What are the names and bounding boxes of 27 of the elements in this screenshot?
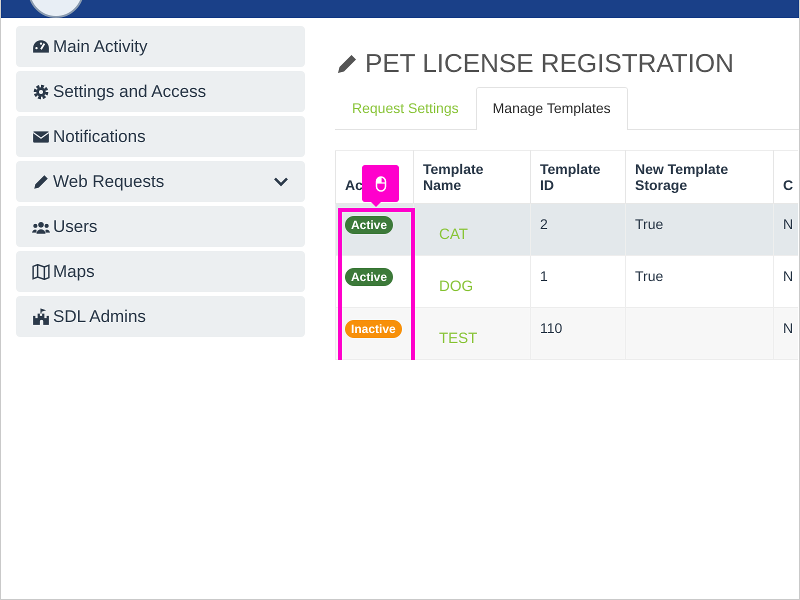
status-badge: Inactive [345,320,402,338]
sidebar-item[interactable]: SDL Admins [16,296,305,337]
map-icon [32,262,50,280]
mouse-icon [374,176,386,192]
sidebar-item[interactable]: Settings and Access [16,71,305,112]
sidebar-item[interactable]: Notifications [16,116,305,157]
status-badge: Active [345,216,394,234]
column-header: Ac [336,150,414,204]
sidebar-item[interactable]: Maps [16,251,305,292]
sidebar-item[interactable]: Main Activity [16,26,305,67]
tab[interactable]: Manage Templates [476,87,628,130]
sidebar-item[interactable]: Users [16,206,305,247]
status-badge: Active [345,268,394,286]
table-cell: N [783,268,794,284]
gear-icon [32,82,50,100]
table-cell: 2 [540,216,548,232]
table-cell: True [635,268,664,284]
table-cell: 110 [540,320,562,336]
table-cell: N [783,320,794,336]
pencil-icon [32,172,50,190]
table-cell: True [635,216,664,232]
page-title: PET LICENSE REGISTRATION [365,48,734,79]
table-cell: N [783,216,794,232]
gauge-icon [32,38,50,56]
castle-icon [32,308,50,326]
sidebar-item[interactable]: Web Requests [16,161,305,202]
table-cell: 1 [540,268,548,284]
